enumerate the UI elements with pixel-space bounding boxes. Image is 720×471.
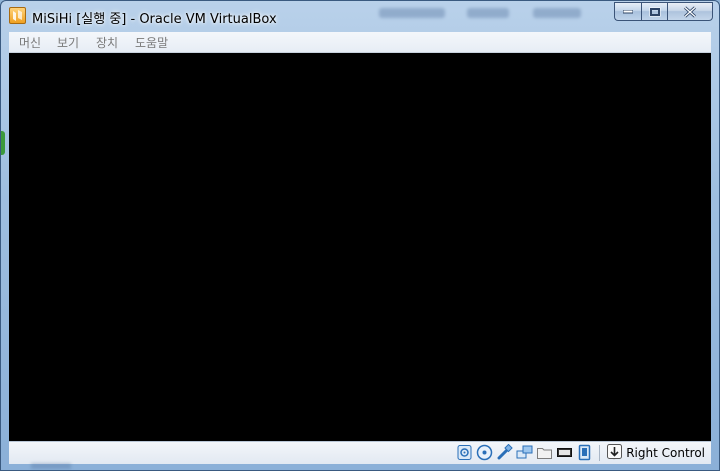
blurred-taskbar-text: [467, 8, 509, 18]
host-key-indicator: Right Control: [607, 443, 705, 462]
host-key-arrow-icon: [607, 443, 623, 462]
minimize-button[interactable]: [614, 2, 641, 21]
menu-bar: 머신 보기 장치 도움말: [9, 32, 711, 53]
status-separator: [599, 445, 600, 461]
virtualbox-window: MiSiHi [실행 중] - Oracle VM VirtualBox 머신 …: [0, 0, 720, 471]
blurred-taskbar-text: [379, 8, 445, 18]
status-bar: Right Control: [9, 441, 711, 464]
menu-machine[interactable]: 머신: [19, 34, 41, 51]
video-capture-icon[interactable]: [576, 444, 593, 461]
shared-folders-icon[interactable]: [536, 444, 553, 461]
usb-icon[interactable]: [496, 444, 513, 461]
maximize-button[interactable]: [641, 2, 667, 21]
menu-view[interactable]: 보기: [57, 34, 79, 51]
title-bar[interactable]: MiSiHi [실행 중] - Oracle VM VirtualBox: [1, 1, 719, 31]
virtualbox-app-icon[interactable]: [9, 7, 26, 24]
network-icon[interactable]: [516, 444, 533, 461]
caption-buttons: [614, 2, 713, 21]
blurred-taskbar-text: [533, 8, 581, 18]
optical-drive-icon[interactable]: [476, 444, 493, 461]
host-key-label: Right Control: [626, 445, 705, 460]
window-title: MiSiHi [실행 중] - Oracle VM VirtualBox: [32, 12, 277, 27]
close-button[interactable]: [667, 2, 713, 21]
status-icons: [456, 444, 623, 461]
hard-disk-icon[interactable]: [456, 444, 473, 461]
background-window-edge: [1, 131, 5, 155]
menu-devices[interactable]: 장치: [96, 34, 118, 51]
vm-display[interactable]: [9, 53, 711, 441]
blurred-taskbar-text: [31, 463, 71, 469]
display-icon[interactable]: [556, 444, 573, 461]
menu-help[interactable]: 도움말: [135, 34, 168, 51]
